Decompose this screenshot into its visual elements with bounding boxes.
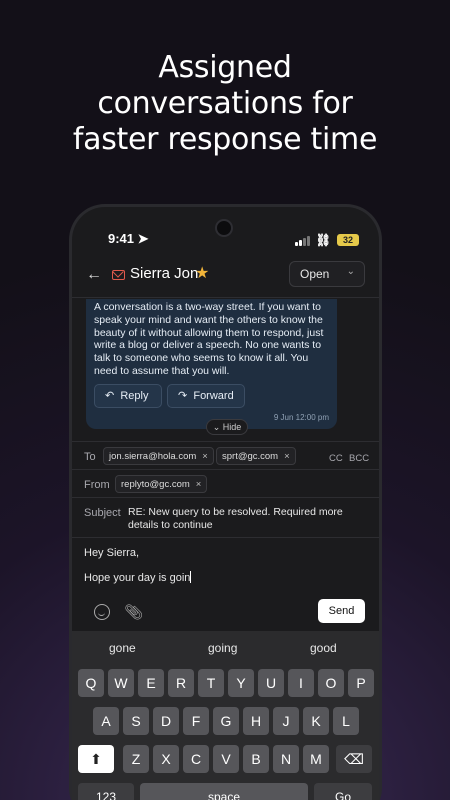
key-h[interactable]: H (243, 707, 269, 735)
divider (72, 537, 379, 538)
key-v[interactable]: V (213, 745, 239, 773)
key-x[interactable]: X (153, 745, 179, 773)
key-n[interactable]: N (273, 745, 299, 773)
divider (72, 441, 379, 442)
shift-key[interactable]: ⬆ (78, 745, 114, 773)
key-f[interactable]: F (183, 707, 209, 735)
headline: Assigned conversations for faster respon… (0, 50, 450, 158)
key-s[interactable]: S (123, 707, 149, 735)
suggestion[interactable]: good (310, 641, 337, 655)
headline-line-2: conversations for (97, 86, 353, 121)
headline-line-1: Assigned (158, 50, 292, 85)
status-select-value: Open (300, 267, 330, 281)
recipient-email: sprt@gc.com (222, 451, 279, 462)
subject-input[interactable]: RE: New query to be resolved. Required m… (128, 506, 348, 532)
divider (72, 469, 379, 470)
key-p[interactable]: P (348, 669, 374, 697)
forward-button-label: Forward (193, 390, 234, 402)
key-c[interactable]: C (183, 745, 209, 773)
reply-icon: ↶ (105, 390, 115, 402)
to-label: To (84, 451, 96, 463)
space-key[interactable]: space (140, 783, 308, 800)
signal-icon (294, 235, 310, 246)
forward-icon: ↷ (178, 390, 188, 402)
reply-button-label: Reply (120, 390, 149, 402)
key-o[interactable]: O (318, 669, 344, 697)
reply-button[interactable]: ↶ Reply (94, 384, 162, 408)
body-editor-line[interactable]: Hope your day is goin (84, 571, 192, 584)
key-l[interactable]: L (333, 707, 359, 735)
message-bubble: A conversation is a two-way street. If y… (86, 299, 337, 429)
key-g[interactable]: G (213, 707, 239, 735)
paperclip-icon[interactable]: 📎︎ (124, 603, 143, 621)
status-select[interactable]: Open ⌄ (289, 261, 365, 287)
key-w[interactable]: W (108, 669, 134, 697)
body-greeting[interactable]: Hey Sierra, (84, 547, 139, 559)
key-i[interactable]: I (288, 669, 314, 697)
battery-icon: 32 (337, 234, 359, 246)
suggestion[interactable]: going (208, 641, 237, 655)
subject-label: Subject (84, 507, 121, 519)
body-text: Hope your day is goin (84, 572, 191, 584)
to-recipient-chip[interactable]: jon.sierra@hola.com × (103, 447, 214, 465)
to-recipient-chip[interactable]: sprt@gc.com × (216, 447, 296, 465)
keyboard: gone going good Q W E R T Y U I O P A S … (72, 631, 379, 800)
arrow-left-icon[interactable]: ← (86, 266, 102, 284)
hide-label: Hide (222, 422, 242, 432)
remove-icon[interactable]: × (202, 451, 208, 462)
phone-screen: 9:41 ➤ ⛓ 32 ← Sierra Jon ★ Open ⌄ A conv… (72, 207, 379, 800)
remove-icon[interactable]: × (284, 451, 290, 462)
hide-toggle[interactable]: ⌄ Hide (206, 419, 248, 435)
key-b[interactable]: B (243, 745, 269, 773)
go-key[interactable]: Go (314, 783, 372, 800)
key-r[interactable]: R (168, 669, 194, 697)
message-timestamp: 9 Jun 12:00 pm (273, 413, 329, 423)
emoji-icon[interactable] (94, 604, 110, 620)
from-email: replyto@gc.com (121, 479, 190, 490)
remove-icon[interactable]: × (196, 479, 202, 490)
link-icon: ⛓ (315, 233, 331, 247)
key-y[interactable]: Y (228, 669, 254, 697)
key-m[interactable]: M (303, 745, 329, 773)
chevron-down-icon: ⌄ (212, 422, 221, 432)
numbers-key[interactable]: 123 (78, 783, 134, 800)
key-e[interactable]: E (138, 669, 164, 697)
app-bar: ← Sierra Jon ★ Open ⌄ (72, 261, 379, 291)
chevron-down-icon: ⌄ (346, 266, 355, 277)
star-icon[interactable]: ★ (195, 263, 209, 283)
headline-line-3: faster response time (72, 122, 378, 157)
status-bar: 9:41 ➤ ⛓ 32 (72, 231, 379, 249)
key-j[interactable]: J (273, 707, 299, 735)
from-label: From (84, 479, 110, 491)
contact-name: Sierra Jon (130, 265, 199, 282)
from-address-chip[interactable]: replyto@gc.com × (115, 475, 208, 493)
phone-frame: 9:41 ➤ ⛓ 32 ← Sierra Jon ★ Open ⌄ A conv… (69, 204, 382, 800)
cc-toggle[interactable]: CC (329, 453, 343, 464)
key-u[interactable]: U (258, 669, 284, 697)
key-k[interactable]: K (303, 707, 329, 735)
key-a[interactable]: A (93, 707, 119, 735)
status-time: 9:41 ➤ (108, 231, 149, 246)
suggestion[interactable]: gone (109, 641, 136, 655)
divider (72, 297, 379, 298)
recipient-email: jon.sierra@hola.com (109, 451, 197, 462)
forward-button[interactable]: ↷ Forward (167, 384, 245, 408)
bcc-toggle[interactable]: BCC (349, 453, 369, 464)
key-z[interactable]: Z (123, 745, 149, 773)
key-t[interactable]: T (198, 669, 224, 697)
divider (72, 497, 379, 498)
send-button[interactable]: Send (318, 599, 365, 623)
backspace-key[interactable]: ⌫ (336, 745, 372, 773)
mail-icon (112, 270, 125, 280)
text-cursor (190, 571, 192, 583)
key-q[interactable]: Q (78, 669, 104, 697)
message-text: A conversation is a two-way street. If y… (94, 301, 324, 377)
key-d[interactable]: D (153, 707, 179, 735)
